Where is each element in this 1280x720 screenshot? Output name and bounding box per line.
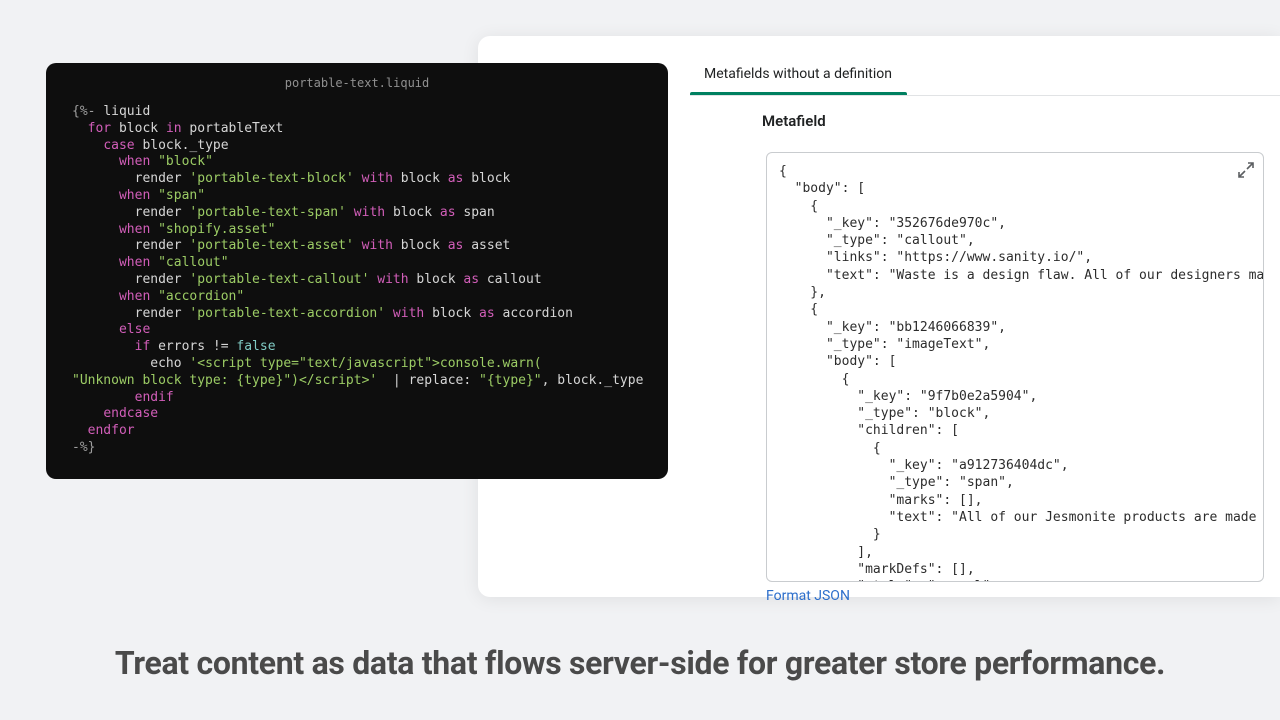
code-editor-panel: portable-text.liquid {%- liquid for bloc… [46, 63, 668, 479]
code-content: {%- liquid for block in portableText cas… [46, 90, 668, 457]
metafield-section-heading: Metafield [762, 112, 826, 130]
metafield-tab-bar: Metafields without a definition [690, 50, 1280, 96]
tab-metafields-without-definition[interactable]: Metafields without a definition [690, 52, 907, 94]
marketing-headline: Treat content as data that flows server-… [0, 644, 1280, 682]
format-json-link[interactable]: Format JSON [766, 588, 850, 604]
metafield-json-text: { "body": [ { "_key": "352676de970c", "_… [779, 163, 1251, 582]
code-filename: portable-text.liquid [46, 63, 668, 90]
expand-icon[interactable] [1236, 160, 1258, 182]
metafield-json-value[interactable]: { "body": [ { "_key": "352676de970c", "_… [766, 152, 1264, 582]
